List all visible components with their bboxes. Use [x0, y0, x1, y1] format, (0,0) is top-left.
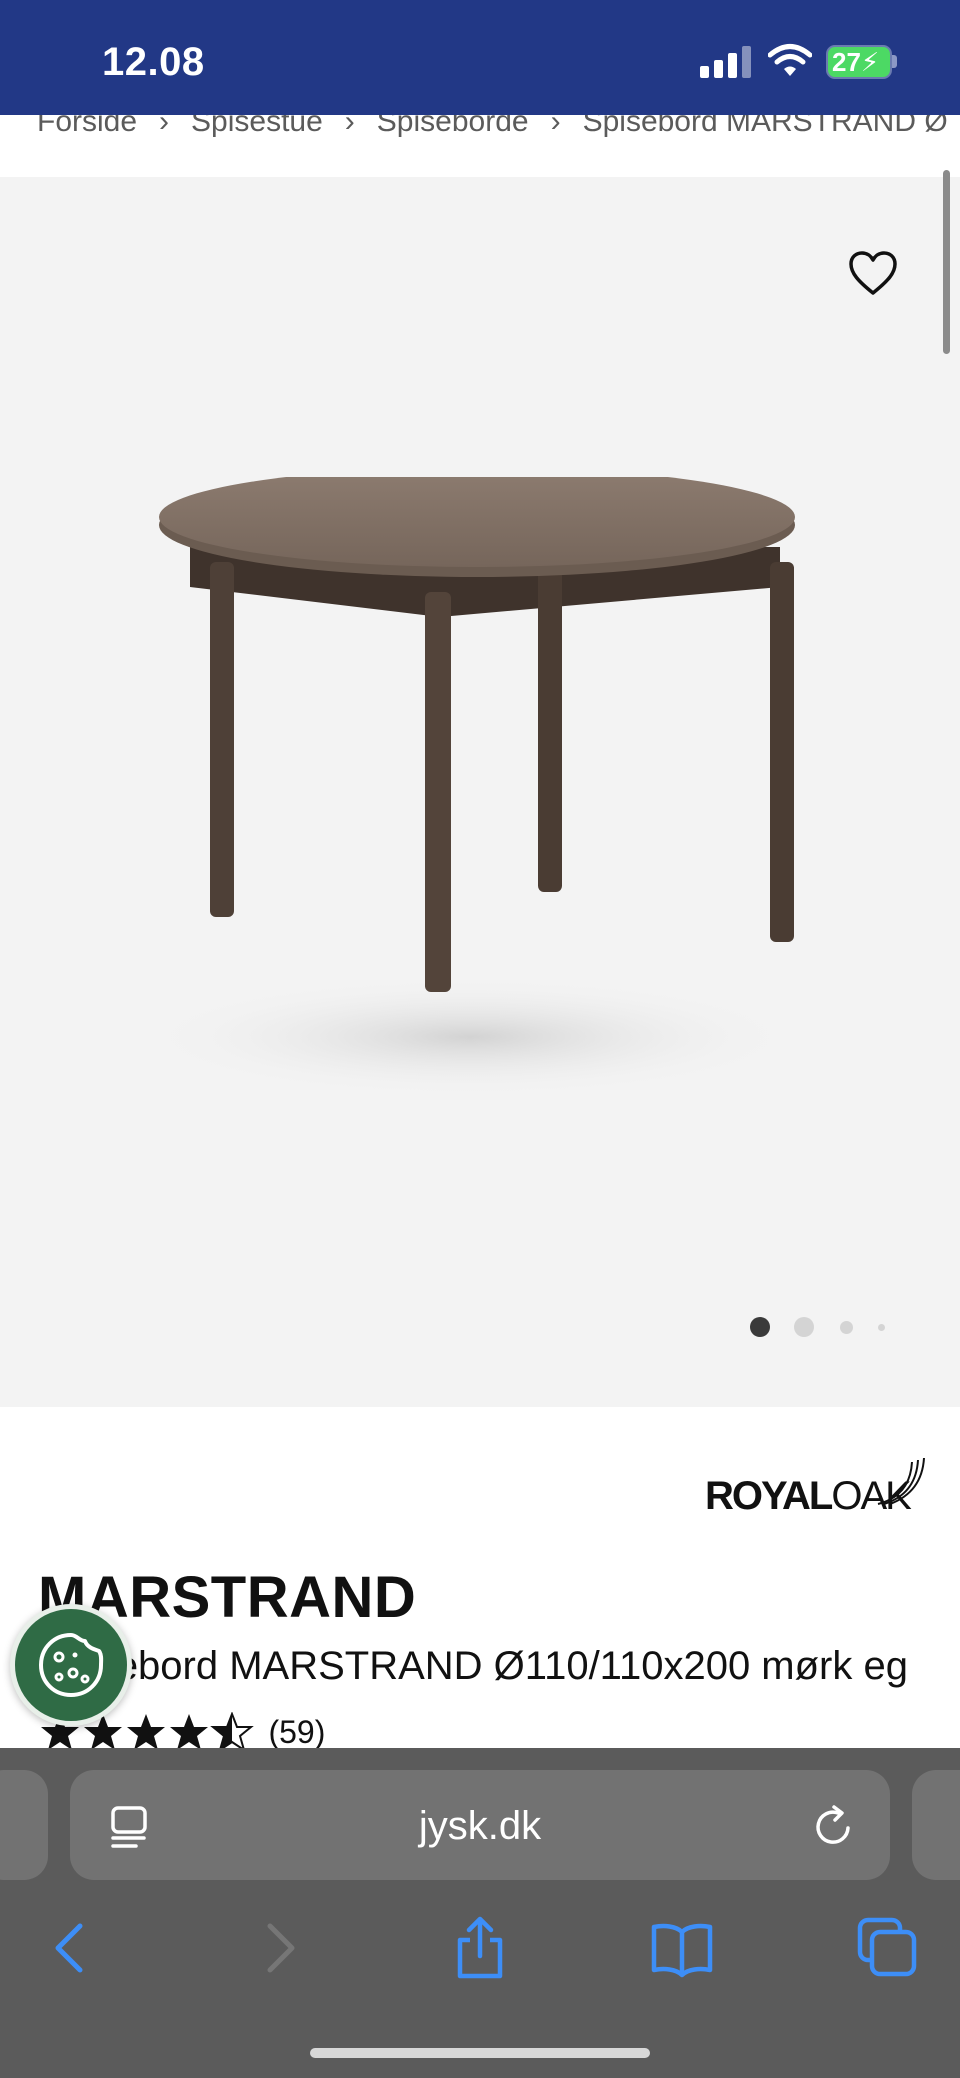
cookie-settings-button[interactable]	[10, 1604, 132, 1726]
home-indicator[interactable]	[310, 2048, 650, 2058]
breadcrumb-item-forside[interactable]: Forside	[37, 115, 137, 139]
browser-nav-row	[0, 1908, 960, 1998]
breadcrumb-item-spiseborde[interactable]: Spiseborde	[377, 115, 529, 139]
pagination-dot[interactable]	[878, 1324, 885, 1331]
breadcrumb: Forside › Spisestue › Spiseborde › Spisebord M…	[0, 115, 960, 177]
brand-logo-royal-oak: ROYALOAK	[700, 1448, 930, 1518]
brand-logo-arcs-icon	[877, 1457, 925, 1505]
breadcrumb-separator: ›	[159, 115, 170, 138]
tabs-icon[interactable]	[856, 1916, 920, 1980]
address-bar[interactable]: jysk.dk	[70, 1770, 890, 1880]
page-scrollbar[interactable]	[943, 170, 950, 354]
review-count: (59)	[268, 1713, 326, 1750]
breadcrumb-item-current: Spisebord MARSTRAND Ø	[582, 115, 948, 138]
forward-icon[interactable]	[246, 1916, 310, 1980]
reload-icon[interactable]	[812, 1804, 856, 1848]
share-icon[interactable]	[448, 1916, 512, 1980]
wifi-icon	[768, 44, 812, 76]
battery-level: 27⚡	[832, 47, 880, 77]
battery-tip	[892, 55, 897, 68]
status-bar: 12.08 27⚡	[0, 0, 960, 115]
brand-logo-part1: ROYAL	[705, 1474, 833, 1518]
product-subtitle: Spisebord MARSTRAND Ø110/110x200 mørk eg	[38, 1644, 908, 1688]
breadcrumb-separator: ›	[550, 115, 561, 138]
pagination-dot[interactable]	[794, 1317, 814, 1337]
product-image-table	[140, 477, 800, 1097]
product-image-gallery[interactable]	[0, 177, 960, 1407]
heart-icon[interactable]	[848, 251, 898, 297]
pagination-dot[interactable]	[840, 1321, 853, 1334]
cellular-signal-icon	[700, 46, 752, 78]
breadcrumb-item-spisestue[interactable]: Spisestue	[191, 115, 323, 139]
cookie-icon	[39, 1633, 104, 1697]
url-text: jysk.dk	[418, 1804, 542, 1848]
breadcrumb-separator: ›	[344, 115, 355, 138]
browser-toolbar: jysk.dk	[0, 1748, 960, 2078]
bookmarks-icon[interactable]	[650, 1916, 714, 1980]
previous-tab-preview[interactable]	[0, 1770, 48, 1880]
back-icon[interactable]	[40, 1916, 104, 1980]
status-time: 12.08	[102, 40, 205, 84]
next-tab-preview[interactable]	[912, 1770, 960, 1880]
pagination-dot-active[interactable]	[750, 1317, 770, 1337]
